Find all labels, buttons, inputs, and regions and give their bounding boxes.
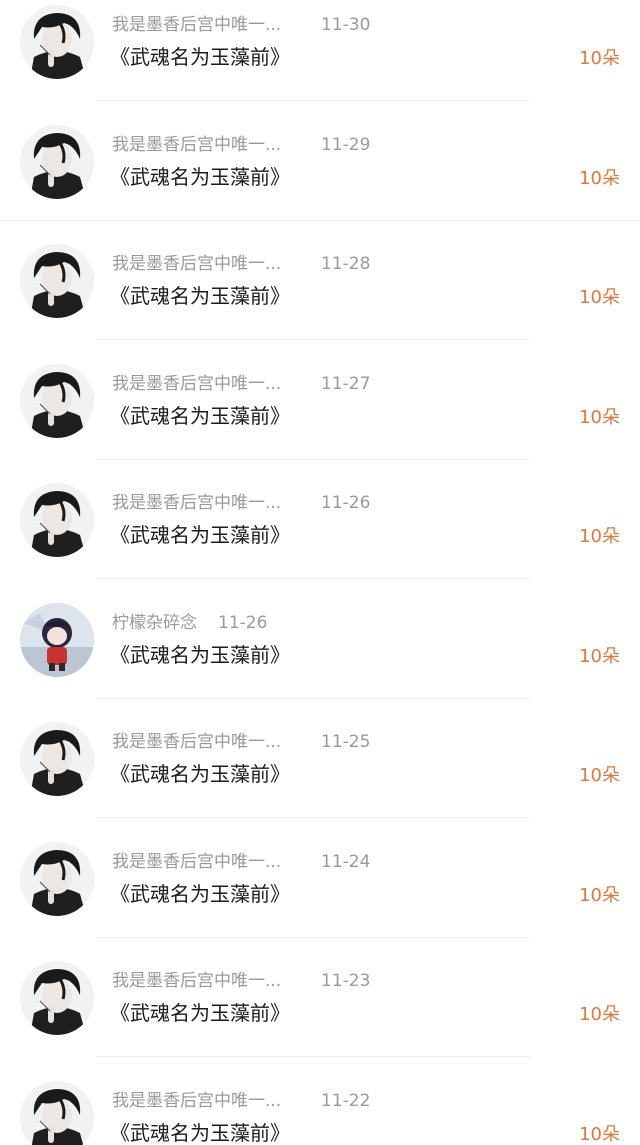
- list-item[interactable]: 我是墨香后宫中唯一... 11-30 《武魂名为玉藻前》 10朵: [0, 0, 640, 120]
- divider: [96, 578, 530, 579]
- avatar[interactable]: [20, 722, 94, 796]
- book-title[interactable]: 《武魂名为玉藻前》: [110, 881, 290, 907]
- user-name[interactable]: 我是墨香后宫中唯一...: [112, 1090, 290, 1112]
- divider: [96, 817, 530, 818]
- list-item[interactable]: 柠檬杂碎念 11-26 《武魂名为玉藻前》 10朵: [0, 598, 640, 718]
- list-item[interactable]: 我是墨香后宫中唯一... 11-26 《武魂名为玉藻前》 10朵: [0, 478, 640, 598]
- divider: [96, 100, 530, 101]
- flower-amount: 10朵: [579, 1123, 620, 1145]
- divider: [96, 936, 530, 938]
- gift-date: 11-30: [321, 15, 371, 35]
- user-name[interactable]: 我是墨香后宫中唯一...: [112, 373, 290, 395]
- list-item[interactable]: 我是墨香后宫中唯一... 11-23 《武魂名为玉藻前》 10朵: [0, 956, 640, 1076]
- flower-amount: 10朵: [579, 765, 620, 786]
- gift-date: 11-29: [321, 134, 371, 155]
- list-item[interactable]: 我是墨香后宫中唯一... 11-25 《武魂名为玉藻前》 10朵: [0, 717, 640, 837]
- gift-date: 11-23: [321, 971, 371, 991]
- avatar[interactable]: [20, 1080, 94, 1145]
- avatar[interactable]: [20, 124, 94, 199]
- gift-date: 11-24: [321, 851, 371, 872]
- flower-amount: 10朵: [579, 884, 620, 906]
- user-name[interactable]: 我是墨香后宫中唯一...: [112, 134, 290, 156]
- list-item[interactable]: 我是墨香后宫中唯一... 11-24 《武魂名为玉藻前》 10朵: [0, 837, 640, 957]
- avatar[interactable]: [20, 602, 94, 677]
- flower-amount: 10朵: [579, 167, 620, 189]
- gift-date: 11-28: [321, 254, 371, 274]
- user-name[interactable]: 我是墨香后宫中唯一...: [112, 731, 290, 753]
- book-title[interactable]: 《武魂名为玉藻前》: [110, 403, 290, 429]
- book-title[interactable]: 《武魂名为玉藻前》: [110, 761, 290, 787]
- flower-amount: 10朵: [579, 287, 620, 308]
- book-title[interactable]: 《武魂名为玉藻前》: [110, 283, 290, 309]
- divider: [96, 339, 530, 340]
- user-name[interactable]: 我是墨香后宫中唯一...: [112, 14, 290, 36]
- flower-amount: 10朵: [579, 645, 620, 667]
- divider: [0, 219, 640, 221]
- user-name[interactable]: 我是墨香后宫中唯一...: [112, 970, 290, 992]
- list-item[interactable]: 我是墨香后宫中唯一... 11-27 《武魂名为玉藻前》 10朵: [0, 359, 640, 479]
- flower-amount: 10朵: [579, 406, 620, 428]
- divider: [96, 458, 530, 460]
- avatar[interactable]: [20, 961, 94, 1035]
- gift-date: 11-26: [218, 612, 268, 633]
- avatar[interactable]: [20, 244, 94, 318]
- gift-date: 11-25: [321, 732, 371, 752]
- avatar[interactable]: [20, 363, 94, 438]
- avatar[interactable]: [20, 5, 94, 79]
- book-title[interactable]: 《武魂名为玉藻前》: [110, 642, 290, 668]
- user-name[interactable]: 我是墨香后宫中唯一...: [112, 492, 290, 514]
- book-title[interactable]: 《武魂名为玉藻前》: [110, 164, 290, 190]
- list-item[interactable]: 我是墨香后宫中唯一... 11-29 《武魂名为玉藻前》 10朵: [0, 120, 640, 240]
- gift-date: 11-27: [321, 373, 371, 394]
- book-title[interactable]: 《武魂名为玉藻前》: [110, 44, 290, 70]
- divider: [96, 1056, 530, 1057]
- avatar[interactable]: [20, 483, 94, 557]
- list-item[interactable]: 我是墨香后宫中唯一... 11-22 《武魂名为玉藻前》 10朵: [0, 1076, 640, 1145]
- list-item[interactable]: 我是墨香后宫中唯一... 11-28 《武魂名为玉藻前》 10朵: [0, 239, 640, 359]
- divider: [96, 697, 530, 699]
- user-name[interactable]: 我是墨香后宫中唯一...: [112, 253, 290, 275]
- book-title[interactable]: 《武魂名为玉藻前》: [110, 1000, 290, 1026]
- book-title[interactable]: 《武魂名为玉藻前》: [110, 1120, 290, 1145]
- avatar[interactable]: [20, 841, 94, 916]
- gift-date: 11-26: [321, 493, 371, 513]
- user-name[interactable]: 我是墨香后宫中唯一...: [112, 851, 290, 873]
- flower-amount: 10朵: [579, 48, 620, 69]
- flower-amount: 10朵: [579, 1004, 620, 1025]
- gift-date: 11-22: [321, 1090, 371, 1111]
- gift-record-list: 我是墨香后宫中唯一... 11-30 《武魂名为玉藻前》 10朵 我是墨香后宫中唯一..…: [0, 0, 640, 1145]
- book-title[interactable]: 《武魂名为玉藻前》: [110, 522, 290, 548]
- flower-amount: 10朵: [579, 526, 620, 547]
